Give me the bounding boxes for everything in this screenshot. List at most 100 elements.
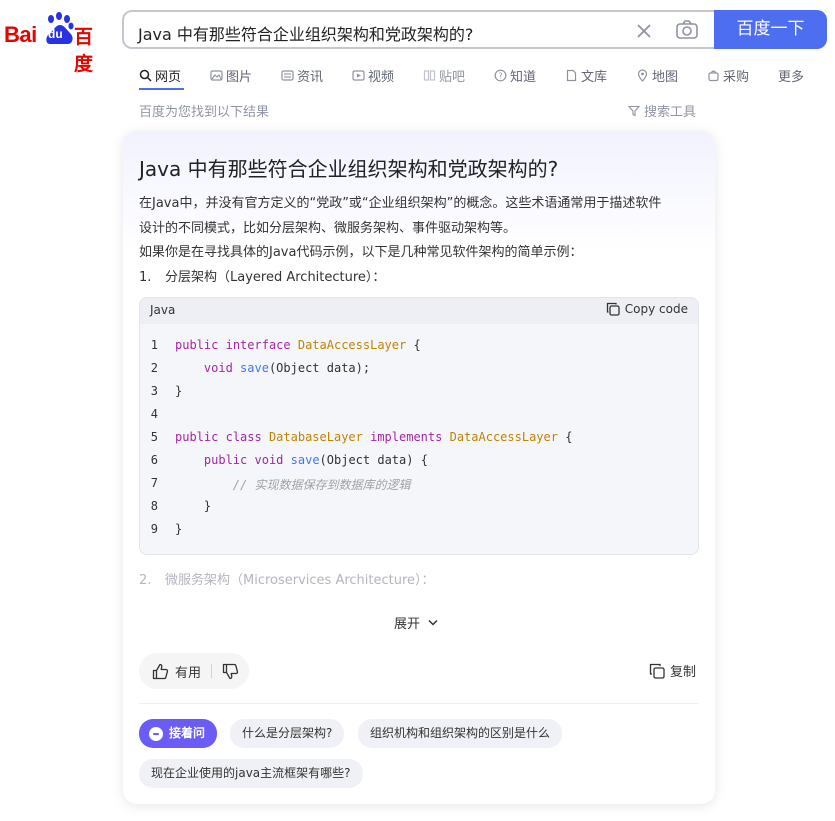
tab-web[interactable]: 网页 (139, 62, 181, 88)
suggestion-chip[interactable]: 现在企业使用的java主流框架有哪些? (139, 759, 363, 788)
tab-images[interactable]: 图片 (210, 62, 252, 88)
code-line: 6 public void save(Object data) { (140, 450, 698, 473)
tab-label: 视频 (368, 69, 395, 85)
video-icon (352, 69, 365, 81)
code-line: 7 // 实现数据保存到数据库的逻辑 (140, 473, 698, 496)
chevron-down-icon (428, 619, 438, 626)
answer-paragraph: 如果你是在寻找具体的Java代码示例，以下是几种常见软件架构的简单示例： (139, 245, 583, 260)
copy-icon (606, 302, 620, 316)
line-number: 7 (150, 476, 158, 490)
answer-paragraph: 在Java中，并没有官方定义的“党政”或“企业组织架构”的概念。这些术语通常用于… (139, 196, 662, 211)
tab-label: 更多 (778, 69, 805, 85)
ai-answer-card: Java 中有那些符合企业组织架构和党政架构的? 在Java中，并没有官方定义的… (123, 131, 715, 804)
line-number: 9 (150, 522, 158, 536)
search-tools-button[interactable]: 搜索工具 (628, 101, 696, 120)
search-query[interactable]: Java 中有那些符合企业组织架构和党政架构的? (138, 21, 473, 45)
tab-label: 文库 (581, 69, 608, 85)
tab-label: 知道 (510, 69, 537, 85)
copy-label: 复制 (670, 665, 697, 680)
expand-label: 展开 (394, 617, 421, 632)
code-line: 2 void save(Object data); (140, 358, 698, 381)
follow-up-ask-button[interactable]: 接着问 (139, 719, 218, 748)
code-line: 8 } (140, 496, 698, 519)
news-icon (281, 69, 294, 81)
line-number: 8 (150, 499, 158, 513)
code-line: 9 } (140, 519, 698, 542)
line-number: 3 (150, 384, 158, 398)
copy-icon (649, 663, 665, 679)
code-line: 4 (140, 404, 698, 427)
logo-text-du: du (48, 27, 63, 41)
tab-label: 贴吧 (439, 69, 466, 85)
tab-tieba[interactable]: 贴吧 (423, 62, 465, 88)
line-number: 1 (150, 338, 158, 352)
filter-icon (628, 105, 640, 116)
code-token: { (406, 338, 421, 352)
code-token: void (254, 453, 284, 467)
feedback-pill: 有用 (139, 653, 249, 689)
question-icon: ? (494, 69, 507, 81)
close-icon[interactable] (633, 20, 655, 42)
follow-up-label: 接着问 (169, 726, 206, 740)
code-token: class (225, 430, 262, 444)
code-token: public (175, 338, 219, 352)
suggestion-chip[interactable]: 组织机构和组织架构的区别是什么 (358, 719, 563, 748)
svg-text:?: ? (498, 71, 502, 80)
code-token: { (557, 430, 573, 444)
copy-code-label: Copy code (624, 302, 688, 316)
search-tools-label: 搜索工具 (644, 105, 697, 120)
code-line: 5 public class DatabaseLayer implements … (140, 427, 698, 450)
list-number: 2. (139, 573, 152, 588)
shop-icon (708, 70, 719, 81)
tab-news[interactable]: 资讯 (281, 62, 323, 88)
list-text: 分层架构（Layered Architecture）： (165, 270, 386, 285)
map-icon (637, 68, 648, 82)
search-input[interactable]: Java 中有那些符合企业组织架构和党政架构的? (122, 10, 716, 49)
expand-button[interactable]: 展开 (394, 613, 438, 632)
tab-wenku[interactable]: 文库 (565, 62, 607, 88)
thumbs-down-icon[interactable] (222, 663, 239, 680)
tab-zhidao[interactable]: ? 知道 (494, 62, 536, 88)
divider (139, 703, 699, 704)
useful-button[interactable]: 有用 (175, 662, 201, 681)
code-comment: // 实现数据保存到数据库的逻辑 (232, 478, 411, 492)
logo-text-cn: 百度 (74, 26, 94, 75)
copy-code-button[interactable]: Copy code (606, 302, 688, 316)
code-token: interface (225, 338, 291, 352)
logo-text-bai: Bai (4, 22, 37, 47)
tab-video[interactable]: 视频 (352, 62, 394, 88)
code-token: } (175, 384, 183, 398)
tab-label: 网页 (155, 69, 182, 85)
active-tab-indicator (139, 88, 184, 90)
code-language: Java (150, 303, 176, 317)
tieba-icon (423, 69, 436, 81)
code-token: DataAccessLayer (297, 338, 407, 352)
copy-answer-button[interactable]: 复制 (649, 661, 696, 680)
thumbs-up-icon[interactable] (152, 663, 169, 680)
suggestion-chip[interactable]: 什么是分层架构? (230, 719, 345, 748)
baidu-logo[interactable]: Bai du 百度 (4, 12, 108, 75)
tab-more[interactable]: 更多 (778, 62, 804, 88)
tab-label: 采购 (723, 69, 750, 85)
line-number: 4 (150, 407, 158, 421)
search-button[interactable]: 百度一下 (714, 10, 827, 49)
code-token: public (175, 430, 219, 444)
list-item: 2. 微服务架构（Microservices Architecture）： (139, 569, 435, 588)
code-lines: 1 public interface DataAccessLayer { 2 v… (140, 335, 698, 542)
list-text: 微服务架构（Microservices Architecture）： (165, 573, 435, 588)
code-token: save (290, 453, 320, 467)
doc-icon (566, 69, 577, 81)
list-number: 1. (139, 270, 152, 285)
tab-map[interactable]: 地图 (636, 62, 678, 88)
code-line: 1 public interface DataAccessLayer { (140, 335, 698, 358)
line-number: 2 (150, 361, 158, 375)
search-icon (139, 69, 152, 82)
tab-shop[interactable]: 采购 (707, 62, 749, 88)
tab-label: 图片 (226, 69, 253, 85)
divider (211, 664, 213, 678)
result-count: 百度为您找到以下结果 (139, 105, 270, 120)
code-token: DataAccessLayer (449, 430, 558, 444)
line-number: 6 (150, 453, 158, 467)
chat-icon (149, 726, 163, 741)
camera-icon[interactable] (675, 19, 699, 41)
